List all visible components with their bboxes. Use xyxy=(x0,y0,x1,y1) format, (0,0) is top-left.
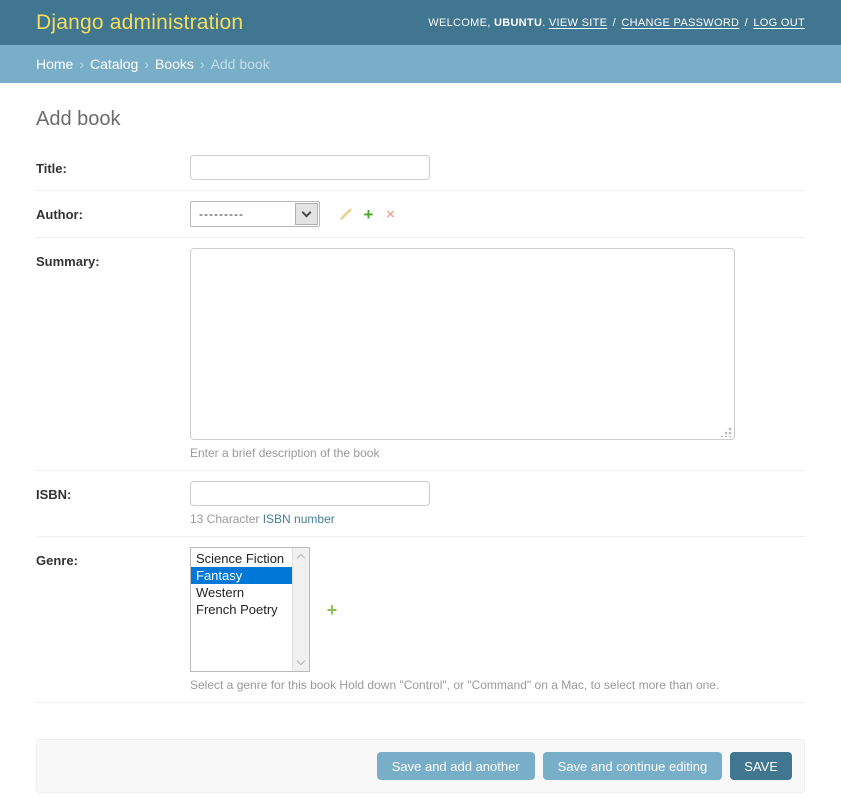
pencil-icon[interactable] xyxy=(336,204,356,224)
author-select-value: --------- xyxy=(191,202,294,226)
save-and-continue-editing-button[interactable]: Save and continue editing xyxy=(543,752,723,780)
genre-options: Science Fiction Fantasy Western French P… xyxy=(191,548,292,671)
genre-option-science-fiction[interactable]: Science Fiction xyxy=(191,550,292,567)
submit-row: Save and add another Save and continue e… xyxy=(36,739,805,793)
genre-option-western[interactable]: Western xyxy=(191,584,292,601)
form-row-title: Title: xyxy=(36,145,805,191)
user-tools: WELCOME, UBUNTU. VIEW SITE / CHANGE PASS… xyxy=(428,17,805,29)
chevron-down-icon[interactable] xyxy=(295,203,318,225)
view-site-link[interactable]: VIEW SITE xyxy=(549,17,607,29)
save-and-add-another-button[interactable]: Save and add another xyxy=(377,752,535,780)
welcome-text: WELCOME, xyxy=(428,17,490,29)
scroll-up-icon[interactable] xyxy=(297,554,305,562)
site-title-link[interactable]: Django administration xyxy=(36,11,243,35)
summary-label: Summary: xyxy=(36,254,100,269)
admin-header: Django administration WELCOME, UBUNTU. V… xyxy=(0,0,841,45)
genre-label: Genre: xyxy=(36,553,78,568)
author-related-actions: + × xyxy=(336,201,402,227)
logout-link[interactable]: LOG OUT xyxy=(753,17,805,29)
breadcrumb-home-link[interactable]: Home xyxy=(36,56,73,72)
breadcrumb: Home › Catalog › Books › Add book xyxy=(0,45,841,83)
breadcrumb-separator: › xyxy=(200,56,205,72)
page-title: Add book xyxy=(36,108,805,131)
form-row-author: Author: --------- + × xyxy=(36,191,805,238)
genre-multiselect[interactable]: Science Fiction Fantasy Western French P… xyxy=(190,547,310,672)
scrollbar[interactable] xyxy=(292,548,309,671)
isbn-help-text: 13 Character xyxy=(190,512,263,526)
genre-option-french-poetry[interactable]: French Poetry xyxy=(191,601,292,618)
save-button[interactable]: SAVE xyxy=(730,752,792,780)
author-label: Author: xyxy=(36,207,83,222)
change-password-link[interactable]: CHANGE PASSWORD xyxy=(621,17,739,29)
title-label: Title: xyxy=(36,161,67,176)
isbn-number-link[interactable]: ISBN number xyxy=(263,512,335,526)
scroll-down-icon[interactable] xyxy=(297,657,305,665)
title-input[interactable] xyxy=(190,155,430,180)
add-book-form: Title: Author: --------- + xyxy=(36,145,805,703)
breadcrumb-separator: › xyxy=(144,56,149,72)
genre-help-text: Select a genre for this book Hold down "… xyxy=(190,678,805,692)
link-separator: / xyxy=(745,17,748,29)
username: UBUNTU xyxy=(494,17,542,29)
link-separator: / xyxy=(613,17,616,29)
form-row-genre: Genre: Science Fiction Fantasy Western F… xyxy=(36,537,805,703)
isbn-label: ISBN: xyxy=(36,487,71,502)
form-row-summary: Summary: Enter a brief description of th… xyxy=(36,238,805,471)
plus-icon[interactable]: + xyxy=(322,600,342,620)
breadcrumb-current: Add book xyxy=(211,56,270,72)
x-icon[interactable]: × xyxy=(380,204,400,224)
author-select[interactable]: --------- xyxy=(190,201,320,227)
summary-help-text: Enter a brief description of the book xyxy=(190,446,805,460)
content: Add book Title: Author: --------- xyxy=(0,108,841,719)
resize-grip-icon[interactable] xyxy=(720,425,732,437)
genre-option-fantasy[interactable]: Fantasy xyxy=(191,567,292,584)
breadcrumb-separator: › xyxy=(79,56,84,72)
summary-textarea[interactable] xyxy=(190,248,735,440)
breadcrumb-catalog-link[interactable]: Catalog xyxy=(90,56,138,72)
form-row-isbn: ISBN: 13 Character ISBN number xyxy=(36,471,805,537)
welcome-period: . xyxy=(542,17,545,29)
plus-icon[interactable]: + xyxy=(358,204,378,224)
isbn-input[interactable] xyxy=(190,481,430,506)
breadcrumb-books-link[interactable]: Books xyxy=(155,56,194,72)
